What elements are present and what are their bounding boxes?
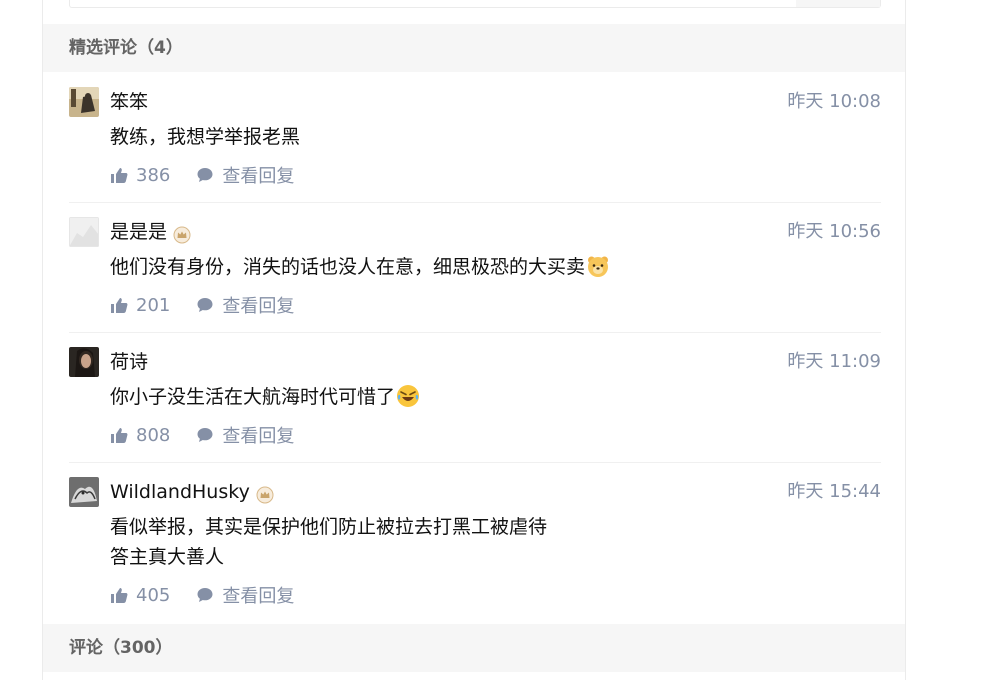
featured-comments-header: 精选评论（4） (43, 24, 905, 72)
thumbs-up-icon (111, 168, 128, 183)
bear-face-icon (586, 254, 610, 278)
crown-badge-icon (256, 483, 274, 504)
thumbs-up-icon (111, 298, 128, 313)
comment-item: 是是是 昨天 10:56 他们没有身份，消失的话也没人在意，细思极恐的大买卖 2… (69, 217, 881, 333)
view-replies-button[interactable]: 查看回复 (196, 162, 294, 188)
author-name[interactable]: 笨笨 (110, 87, 148, 117)
crown-badge-icon (173, 223, 191, 244)
like-count: 386 (136, 164, 171, 186)
comment-content: 他们没有身份，消失的话也没人在意，细思极恐的大买卖 (110, 252, 610, 282)
avatar[interactable] (69, 477, 99, 507)
avatar[interactable] (69, 217, 99, 247)
comment-time: 昨天 11:09 (787, 351, 881, 372)
thumbs-up-icon (111, 588, 128, 603)
like-count: 808 (136, 424, 171, 446)
comment-input-bottom-edge[interactable] (69, 0, 881, 8)
chat-bubble-icon (197, 168, 213, 182)
comment-actions: 201 查看回复 (110, 293, 294, 317)
avatar[interactable] (69, 87, 99, 117)
comment-content: 你小子没生活在大航海时代可惜了 (110, 382, 420, 412)
like-button[interactable]: 405 (110, 585, 170, 606)
comment-time: 昨天 15:44 (787, 481, 881, 502)
all-comments-header: 评论（300） (43, 624, 905, 672)
comment-item: 荷诗 昨天 11:09 你小子没生活在大航海时代可惜了 808 查看回复 (69, 347, 881, 463)
like-count: 405 (136, 584, 171, 606)
like-button[interactable]: 201 (110, 295, 170, 316)
thumbs-up-icon (111, 428, 128, 443)
comment-actions: 386 查看回复 (110, 163, 294, 187)
view-replies-button[interactable]: 查看回复 (196, 422, 294, 448)
comment-line: 看似举报，其实是保护他们防止被拉去打黑工被虐待 (110, 516, 548, 538)
comment-actions: 405 查看回复 (110, 583, 294, 607)
comments-panel: 精选评论（4） 笨笨 昨天 10:08 教练，我想学举报老黑 386 查看回复 (42, 0, 906, 680)
author-name[interactable]: 荷诗 (110, 347, 148, 377)
comment-content: 教练，我想学举报老黑 (110, 126, 301, 148)
author-name[interactable]: WildlandHusky (110, 477, 274, 507)
like-count: 201 (136, 294, 171, 316)
comment-actions: 808 查看回复 (110, 423, 294, 447)
chat-bubble-icon (197, 588, 213, 602)
rolling-laugh-icon (396, 384, 420, 408)
submit-button-edge[interactable] (796, 0, 880, 7)
comment-item: WildlandHusky 昨天 15:44 看似举报，其实是保护他们防止被拉去… (69, 477, 881, 623)
comment-content: 看似举报，其实是保护他们防止被拉去打黑工被虐待 答主真大善人 (110, 512, 547, 572)
comment-line: 答主真大善人 (110, 546, 225, 568)
chat-bubble-icon (197, 298, 213, 312)
view-replies-button[interactable]: 查看回复 (196, 292, 294, 318)
view-replies-button[interactable]: 查看回复 (196, 582, 294, 608)
avatar[interactable] (69, 347, 99, 377)
like-button[interactable]: 808 (110, 425, 170, 446)
like-button[interactable]: 386 (110, 165, 170, 186)
comment-time: 昨天 10:56 (787, 221, 881, 242)
author-name[interactable]: 是是是 (110, 217, 191, 247)
comment-item: 笨笨 昨天 10:08 教练，我想学举报老黑 386 查看回复 (69, 87, 881, 203)
comment-time: 昨天 10:08 (787, 91, 881, 112)
chat-bubble-icon (197, 428, 213, 442)
